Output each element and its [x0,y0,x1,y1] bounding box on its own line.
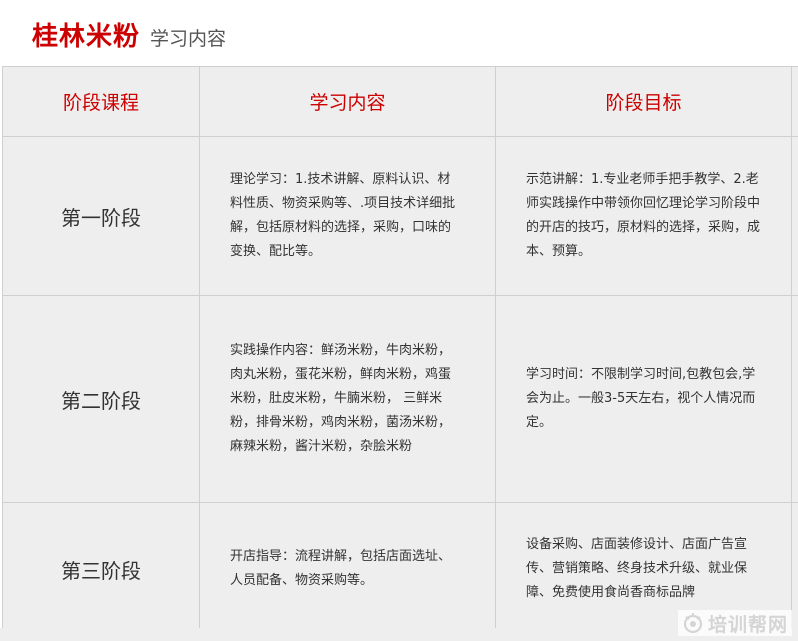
stage-goal: 学习时间：不限制学习时间,包教包会,学会为止。一般3-5天左右，视个人情况而定。 [495,295,792,503]
table-edge-cell [791,136,798,296]
table-row: 第二阶段 实践操作内容：鲜汤米粉，牛肉米粉，肉丸米粉，蛋花米粉，鲜肉米粉，鸡蛋米… [2,295,798,503]
stage-goal: 示范讲解：1.专业老师手把手教学、2.老师实践操作中带领你回忆理论学习阶段中的开… [495,136,792,296]
stage-name: 第三阶段 [2,502,200,636]
table-edge-cell [791,295,798,503]
table-edge-cell [791,66,798,137]
stage-content: 理论学习：1.技术讲解、原料认识、材料性质、物资采购等、.项目技术详细批解，包括… [199,136,496,296]
header-learning-content: 学习内容 [199,66,496,137]
header-stage-goal: 阶段目标 [495,66,792,137]
header-stage-course: 阶段课程 [2,66,200,137]
stage-content: 开店指导：流程讲解，包括店面选址、人员配备、物资采购等。 [199,502,496,636]
brand-title: 桂林米粉 [32,22,141,52]
peixunbang-logo-icon [683,613,703,634]
stage-name: 第一阶段 [2,136,200,296]
stage-content: 实践操作内容：鲜汤米粉，牛肉米粉，肉丸米粉，蛋花米粉，鲜肉米粉，鸡蛋米粉，肚皮米… [199,295,496,503]
table-edge-cell [791,502,798,636]
stage-name: 第二阶段 [2,295,200,503]
watermark-text: 培训帮网 [707,613,788,636]
course-table: 阶段课程 学习内容 阶段目标 第一阶段 理论学习：1.技术讲解、原料认识、材料性… [2,66,798,636]
table-header-row: 阶段课程 学习内容 阶段目标 [2,66,798,137]
table-row: 第一阶段 理论学习：1.技术讲解、原料认识、材料性质、物资采购等、.项目技术详细… [2,136,798,296]
page-header: 桂林米粉 学习内容 [32,16,226,56]
section-subtitle: 学习内容 [150,28,227,50]
site-watermark: 培训帮网 [677,610,792,636]
